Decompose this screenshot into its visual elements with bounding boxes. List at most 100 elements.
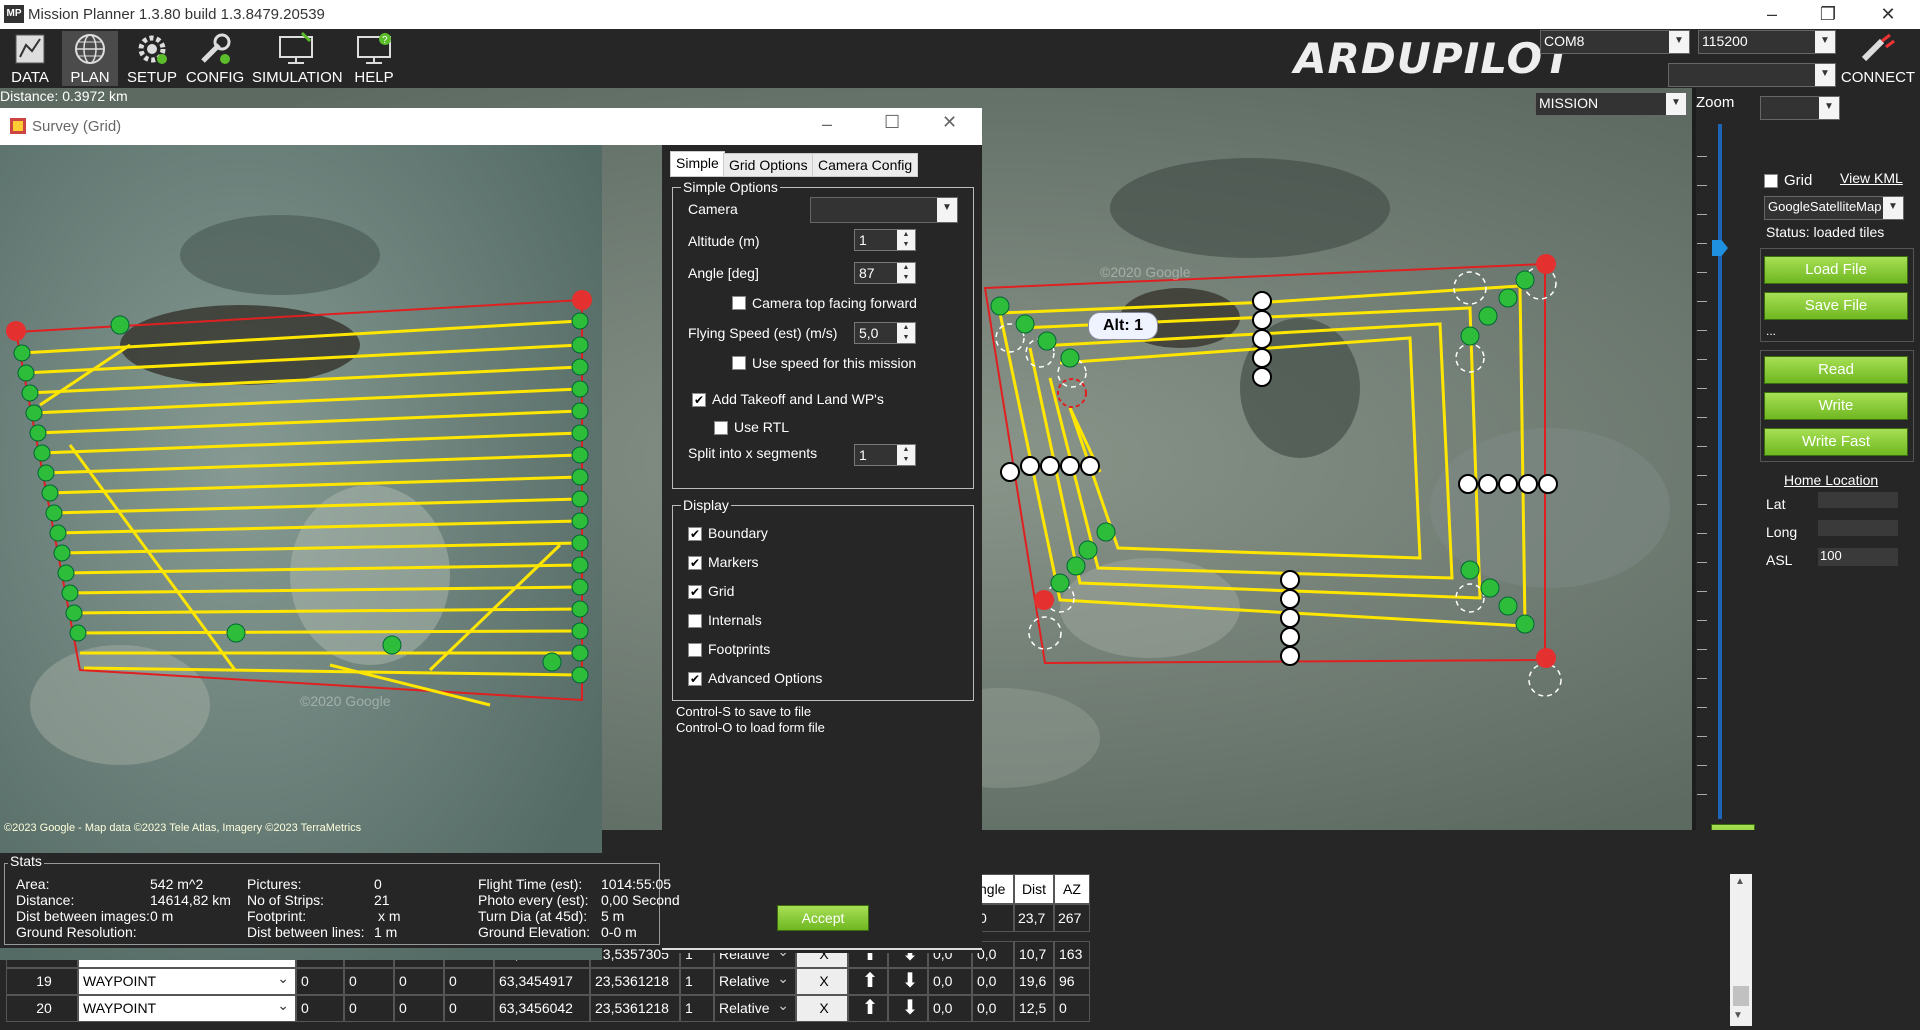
tab-grid-options[interactable]: Grid Options	[723, 153, 814, 177]
wp-param4-cell[interactable]: 0	[444, 968, 494, 995]
camera-top-checkbox[interactable]	[732, 296, 746, 310]
menu-setup[interactable]: SETUP	[124, 31, 180, 86]
wp-param1-cell[interactable]: 0	[296, 995, 344, 1022]
stepper-arrows-icon[interactable]: ▲ ▼	[897, 323, 915, 343]
tab-camera-config[interactable]: Camera Config	[812, 153, 919, 177]
use-rtl-checkbox[interactable]	[714, 421, 728, 435]
stat-strips-value: 21	[374, 892, 390, 908]
footprints-checkbox[interactable]	[688, 643, 702, 657]
wp-down-button[interactable]: ⬇	[888, 995, 928, 1022]
long-field[interactable]	[1818, 520, 1898, 536]
close-button[interactable]: ✕	[1868, 2, 1908, 26]
home-location-link[interactable]: Home Location	[1784, 472, 1878, 488]
wp-up-button[interactable]: ⬆	[848, 995, 888, 1022]
read-button[interactable]: Read	[1764, 356, 1908, 384]
save-file-button[interactable]: Save File	[1764, 292, 1908, 320]
menu-help[interactable]: ? HELP	[346, 31, 402, 86]
altitude-label: Altitude (m)	[688, 233, 760, 249]
survey-maximize-button[interactable]: ☐	[884, 112, 900, 133]
wp-alt-cell[interactable]: 1	[680, 995, 714, 1022]
takeoff-land-checkbox[interactable]: ✔	[692, 393, 706, 407]
angle-stepper[interactable]: 87 ▲ ▼	[854, 262, 916, 284]
wp-lat-cell[interactable]: 63,3456042	[494, 995, 590, 1022]
menu-data[interactable]: DATA	[4, 31, 56, 86]
connect-button[interactable]: CONNECT	[1840, 31, 1916, 86]
wp-delete-button[interactable]: X	[796, 968, 848, 995]
wp-lat-cell[interactable]: 63,3454917	[494, 968, 590, 995]
survey-close-button[interactable]: ✕	[942, 112, 957, 133]
baud-select[interactable]: 115200 ▼	[1698, 30, 1836, 54]
ellipsis-button[interactable]: ...	[1766, 324, 1776, 338]
table-row[interactable]: 20 WAYPOINT ⌄ 0 0 0 0 63,3456042 23,5361218 1 Rela…	[6, 995, 1096, 1022]
accept-button[interactable]: Accept	[777, 905, 869, 931]
split-stepper[interactable]: 1 ▲ ▼	[854, 444, 916, 466]
wp-alt-cell[interactable]: 1	[680, 968, 714, 995]
table-row[interactable]: 19 WAYPOINT ⌄ 0 0 0 0 63,3454917 23,5361218 1 Rela…	[6, 968, 1096, 995]
use-speed-checkbox[interactable]	[732, 356, 746, 370]
wp-param3-cell[interactable]: 0	[394, 995, 444, 1022]
wp-frame-select[interactable]: Relative⌄	[714, 995, 796, 1022]
wp-delete-button[interactable]: X	[796, 995, 848, 1022]
stepper-arrows-icon[interactable]: ▲ ▼	[897, 445, 915, 465]
menu-plan-label: PLAN	[70, 69, 110, 86]
markers-checkbox[interactable]: ✔	[688, 556, 702, 570]
stepper-arrows-icon[interactable]: ▲ ▼	[897, 230, 915, 250]
stat-ground-res-label: Ground Resolution:	[16, 924, 137, 940]
wp-param2-cell[interactable]: 0	[344, 968, 394, 995]
lat-field[interactable]	[1818, 492, 1898, 508]
menu-plan[interactable]: PLAN	[62, 31, 118, 86]
speed-value: 5,0	[859, 325, 879, 341]
wp-param3-cell[interactable]: 0	[394, 968, 444, 995]
chevron-down-icon: ▼	[937, 198, 957, 222]
wp-up-button[interactable]: ⬆	[848, 968, 888, 995]
survey-minimize-button[interactable]: –	[822, 114, 832, 135]
zoom-slider-track[interactable]	[1718, 124, 1722, 819]
grid-checkbox[interactable]	[1764, 174, 1778, 188]
mission-mode-select[interactable]: MISSION ▼	[1535, 92, 1687, 116]
wp-param2-cell[interactable]: 0	[344, 995, 394, 1022]
scroll-up-icon[interactable]: ▲	[1735, 876, 1745, 887]
altitude-stepper[interactable]: 1 ▲ ▼	[854, 229, 916, 251]
write-button[interactable]: Write	[1764, 392, 1908, 420]
restore-button[interactable]: ❐	[1808, 2, 1848, 26]
map-provider-select[interactable]: GoogleSatelliteMap ▼	[1764, 196, 1904, 220]
tab-simple[interactable]: Simple	[670, 151, 725, 177]
menu-config[interactable]: CONFIG	[184, 31, 246, 86]
menu-simulation[interactable]: SIMULATION	[252, 31, 343, 86]
boundary-checkbox[interactable]: ✔	[688, 527, 702, 541]
wp-command-select[interactable]: WAYPOINT⌄	[78, 995, 296, 1022]
hint-save: Control-S to save to file	[676, 704, 812, 719]
camera-select[interactable]: ▼	[810, 197, 958, 223]
wp-lon-cell[interactable]: 23,5361218	[590, 995, 680, 1022]
wp-command-select[interactable]: WAYPOINT⌄	[78, 968, 296, 995]
advanced-options-checkbox[interactable]: ✔	[688, 672, 702, 686]
link-select[interactable]: ▼	[1668, 63, 1836, 87]
takeoff-land-label: Add Takeoff and Land WP's	[712, 391, 884, 407]
wp-param1-cell[interactable]: 0	[296, 968, 344, 995]
survey-preview-map[interactable]: ©2020 Google ©2023 Google - Map data ©20…	[0, 145, 602, 960]
zoom-slider-ticks	[1697, 128, 1707, 818]
wp-down-button[interactable]: ⬇	[888, 968, 928, 995]
port-select[interactable]: COM8 ▼	[1540, 30, 1690, 54]
grid-display-checkbox[interactable]: ✔	[688, 585, 702, 599]
stepper-arrows-icon[interactable]: ▲ ▼	[897, 263, 915, 283]
waypoint-scrollbar[interactable]: ▲ ▼	[1730, 874, 1752, 1026]
stat-distance-label: Distance:	[16, 892, 75, 908]
write-fast-button[interactable]: Write Fast	[1764, 428, 1908, 456]
wp-number-cell: 20	[6, 995, 78, 1022]
wp-param4-cell[interactable]: 0	[444, 995, 494, 1022]
stat-turn-dia-label: Turn Dia (at 45d):	[478, 908, 588, 924]
load-file-button[interactable]: Load File	[1764, 256, 1908, 284]
wp-lon-cell[interactable]: 23,5361218	[590, 968, 680, 995]
wp-frame-select[interactable]: Relative⌄	[714, 968, 796, 995]
speed-stepper[interactable]: 5,0 ▲ ▼	[854, 322, 916, 344]
zoom-select[interactable]: ▼	[1760, 96, 1840, 120]
minimize-button[interactable]: –	[1752, 2, 1792, 26]
map-credit: ©2023 Google - Map data ©2023 Tele Atlas…	[4, 822, 362, 834]
scroll-down-icon[interactable]: ▼	[1733, 1010, 1749, 1024]
internals-checkbox[interactable]	[688, 614, 702, 628]
view-kml-link[interactable]: View KML	[1840, 170, 1903, 186]
asl-field[interactable]: 100	[1818, 548, 1898, 566]
scroll-thumb[interactable]	[1733, 986, 1749, 1006]
split-label: Split into x segments	[688, 445, 818, 461]
